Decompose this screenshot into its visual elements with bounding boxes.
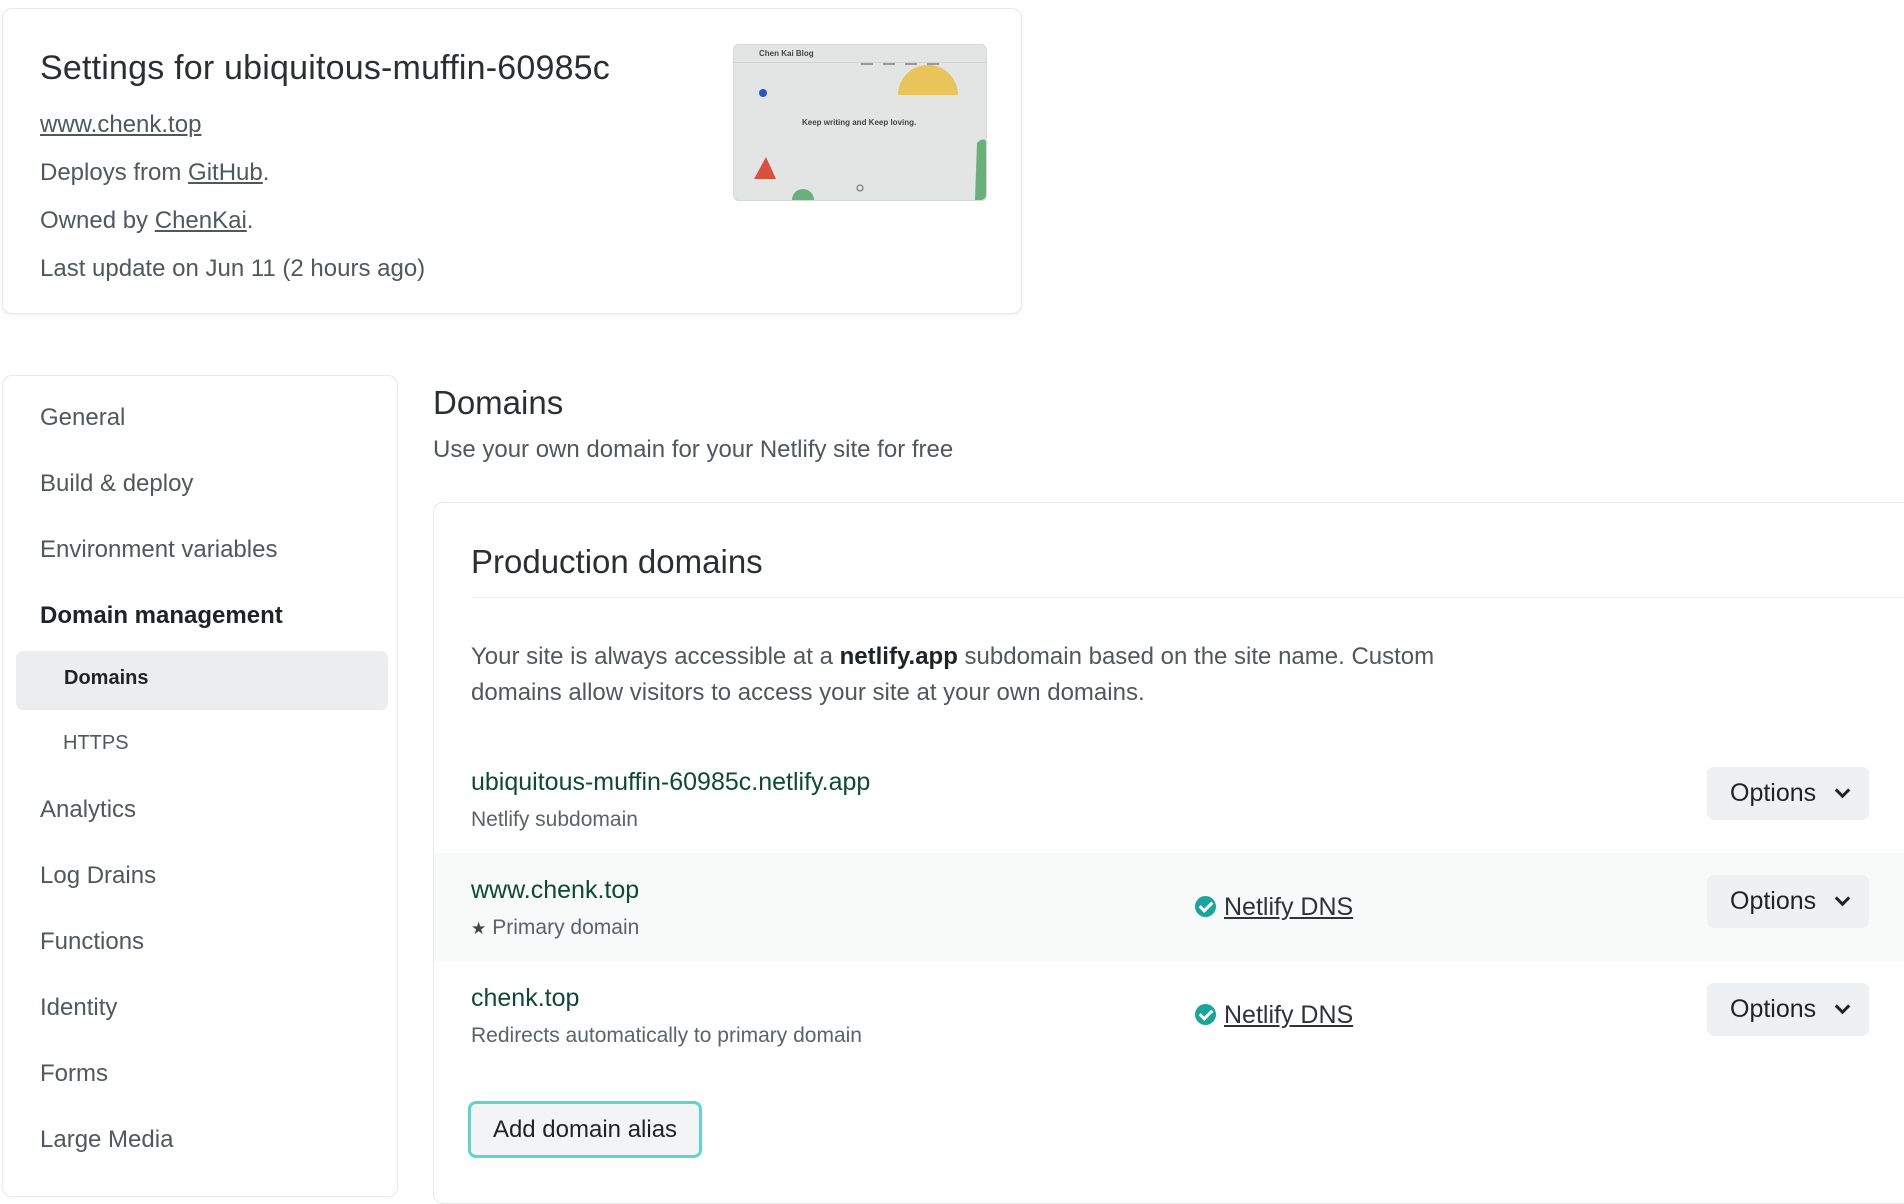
domain-description: Redirects automatically to primary domai… — [471, 1024, 862, 1047]
sidebar-item-functions[interactable]: Functions — [40, 928, 144, 956]
domain-name[interactable]: chenk.top — [471, 984, 579, 1013]
preview-shapes — [754, 65, 986, 200]
section-title: Domains — [433, 384, 564, 421]
chevron-down-icon — [1834, 782, 1851, 799]
owner-label: Owned by — [40, 207, 149, 234]
domain-row: chenk.top Redirects automatically to pri… — [434, 961, 1904, 1069]
sidebar-subitem-domains-label: Domains — [64, 667, 149, 689]
site-url-link[interactable]: www.chenk.top — [40, 111, 201, 138]
domain-description: ★ Primary domain — [471, 916, 640, 939]
site-settings-card: Settings for ubiquitous-muffin-60985c ww… — [2, 8, 1022, 314]
last-update: Last update on Jun 11 (2 hours ago) — [40, 255, 426, 282]
section-subtitle: Use your own domain for your Netlify sit… — [433, 436, 954, 463]
settings-sidebar: General Build & deploy Environment varia… — [2, 375, 398, 1197]
netlify-dns-link[interactable]: Netlify DNS — [1224, 893, 1353, 922]
netlify-dns-link[interactable]: Netlify DNS — [1224, 1001, 1353, 1030]
github-link[interactable]: GitHub — [188, 159, 263, 186]
options-button[interactable]: Options — [1707, 767, 1869, 820]
sidebar-item-identity[interactable]: Identity — [40, 994, 117, 1022]
owner-line: Owned by ChenKai. — [40, 207, 254, 234]
sidebar-item-build-deploy[interactable]: Build & deploy — [40, 470, 193, 498]
star-icon: ★ — [471, 919, 487, 938]
domain-description: Netlify subdomain — [471, 808, 638, 831]
green-leaf-shape — [975, 139, 986, 200]
sidebar-item-large-media[interactable]: Large Media — [40, 1126, 173, 1154]
red-triangle-shape — [754, 157, 776, 179]
site-url-line: www.chenk.top — [40, 111, 201, 139]
domain-row: ubiquitous-muffin-60985c.netlify.app Net… — [434, 745, 1904, 853]
production-domains-panel: Production domains Your site is always a… — [433, 502, 1904, 1204]
sidebar-subitem-domains[interactable]: Domains — [16, 651, 388, 710]
options-button[interactable]: Options — [1707, 983, 1869, 1036]
chevron-down-icon — [1834, 998, 1851, 1015]
deploys-label: Deploys from — [40, 159, 182, 186]
options-button[interactable]: Options — [1707, 875, 1869, 928]
sidebar-item-environment-variables[interactable]: Environment variables — [40, 536, 277, 564]
sidebar-item-general[interactable]: General — [40, 404, 125, 432]
domain-name[interactable]: www.chenk.top — [471, 876, 639, 905]
sidebar-item-analytics[interactable]: Analytics — [40, 796, 136, 824]
yellow-semicircle-shape — [898, 65, 958, 95]
add-domain-alias-button[interactable]: Add domain alias — [468, 1101, 702, 1158]
green-semicircle-shape — [792, 189, 814, 200]
panel-divider — [471, 597, 1904, 598]
small-circle-shape — [856, 184, 864, 192]
chevron-down-icon — [1834, 890, 1851, 907]
domain-name[interactable]: ubiquitous-muffin-60985c.netlify.app — [471, 768, 870, 797]
blue-dot-shape — [759, 89, 767, 97]
sidebar-item-forms[interactable]: Forms — [40, 1060, 108, 1088]
page-title: Settings for ubiquitous-muffin-60985c — [40, 49, 610, 87]
sidebar-item-log-drains[interactable]: Log Drains — [40, 862, 156, 890]
check-circle-icon — [1195, 1004, 1216, 1025]
check-circle-icon — [1195, 896, 1216, 917]
deploys-line: Deploys from GitHub. — [40, 159, 270, 186]
netlify-app-term: netlify.app — [839, 643, 958, 670]
owner-link[interactable]: ChenKai — [155, 207, 247, 234]
panel-title: Production domains — [471, 543, 763, 580]
panel-description: Your site is always accessible at a netl… — [471, 643, 1435, 706]
sidebar-item-domain-management[interactable]: Domain management — [40, 602, 283, 630]
site-preview-thumbnail[interactable]: Chen Kai Blog Keep writing and Keep lovi… — [733, 44, 987, 201]
sidebar-subitem-https[interactable]: HTTPS — [63, 732, 129, 755]
domain-row: www.chenk.top ★ Primary domain Netlify DN… — [434, 853, 1904, 961]
